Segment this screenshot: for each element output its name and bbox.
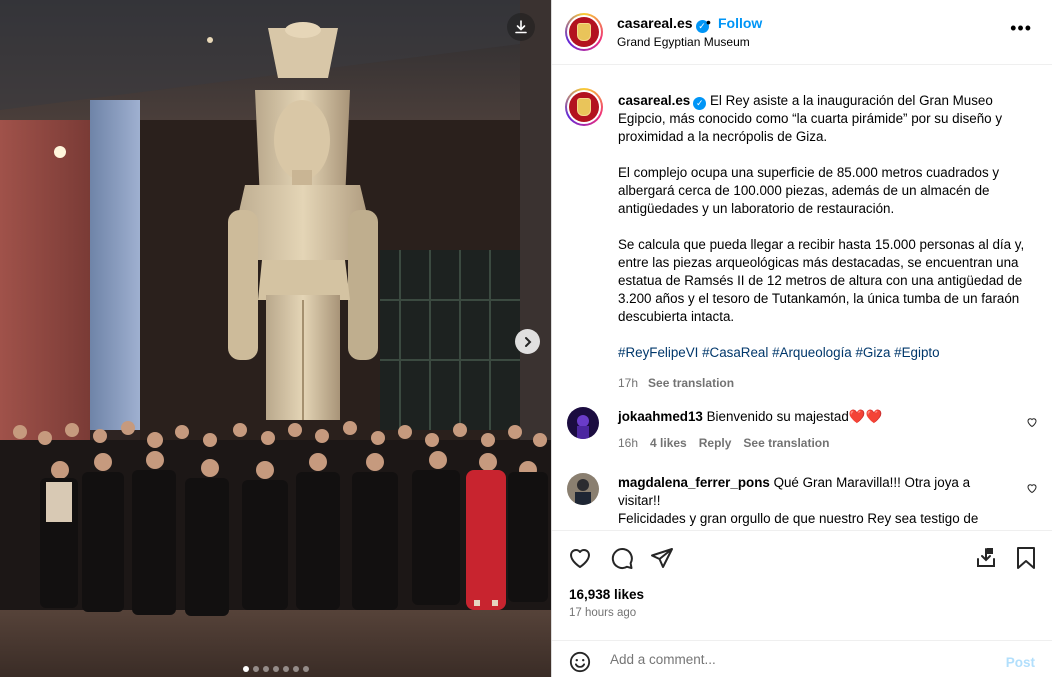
carousel-dot	[252, 666, 259, 672]
caption-time: 17h	[618, 376, 639, 390]
post-header: casareal.es ✓ • Follow Grand Egyptian Mus…	[552, 0, 1052, 65]
profile-avatar[interactable]	[565, 13, 603, 51]
likes-count[interactable]: 16,938 likes	[569, 587, 644, 602]
chevron-right-icon	[524, 336, 531, 347]
post-comment-button[interactable]: Post	[1006, 655, 1035, 670]
commenter-avatar[interactable]	[567, 473, 599, 505]
action-bar	[552, 530, 1052, 581]
carousel-dot	[292, 666, 299, 672]
comment-text: Bienvenido su majestad❤️❤️	[706, 409, 883, 424]
post-caption: casareal.es ✓ El Rey asiste a la inaugura…	[618, 92, 1028, 392]
caption-avatar[interactable]	[565, 88, 603, 126]
post-sidebar: casareal.es ✓ • Follow Grand Egyptian Mus…	[551, 0, 1052, 677]
comment-time: 16h	[618, 436, 639, 450]
post-timestamp[interactable]: 17 hours ago	[569, 607, 636, 619]
heart-icon[interactable]	[568, 546, 592, 570]
caption-paragraph-3: Se calcula que pueda llegar a recibir ha…	[618, 237, 1025, 324]
header-username[interactable]: casareal.es ✓	[617, 15, 709, 33]
comment-icon[interactable]	[610, 546, 634, 570]
royal-crest-icon	[569, 92, 599, 122]
reply-button[interactable]: Reply	[699, 436, 732, 450]
separator-dot: •	[706, 14, 711, 30]
caption-paragraph-2: El complejo ocupa una superficie de 85.0…	[618, 165, 1000, 216]
commenter-avatar[interactable]	[567, 407, 599, 439]
bookmark-icon[interactable]	[1015, 546, 1037, 570]
carousel-next-button[interactable]	[515, 329, 540, 354]
verified-badge-icon: ✓	[693, 97, 707, 110]
download-icon	[515, 20, 527, 34]
comment-input[interactable]	[608, 651, 992, 668]
location-link[interactable]: Grand Egyptian Museum	[617, 35, 750, 49]
caption-username[interactable]: casareal.es	[618, 93, 690, 108]
see-translation-link[interactable]: See translation	[648, 376, 734, 390]
carousel-dot	[272, 666, 279, 672]
post-photo[interactable]	[0, 0, 551, 677]
carousel-dot	[302, 666, 309, 672]
comment-username[interactable]: jokaahmed13	[618, 409, 703, 424]
add-comment-bar: Post	[552, 640, 1052, 678]
crowd	[0, 421, 551, 616]
royal-crest-icon	[569, 17, 599, 47]
carousel-dot	[282, 666, 289, 672]
carousel-dot	[242, 666, 249, 672]
comment-like-heart-icon[interactable]	[1026, 482, 1038, 494]
comment-text-line-2: Felicidades y gran orgullo de que nuestr…	[618, 511, 979, 526]
emoji-icon[interactable]	[569, 651, 591, 673]
more-options-button[interactable]: •••	[1010, 18, 1032, 39]
comment-likes[interactable]: 4 likes	[650, 436, 687, 450]
caption-meta: 17h See translation	[618, 374, 1028, 392]
comment-username[interactable]: magdalena_ferrer_pons	[618, 475, 770, 490]
comments-scroll-area[interactable]: casareal.es ✓ El Rey asiste a la inaugura…	[552, 65, 1052, 530]
follow-button[interactable]: Follow	[718, 15, 762, 31]
see-translation-link[interactable]: See translation	[743, 436, 829, 450]
comment-meta: 16h 4 likes Reply See translation	[618, 434, 998, 452]
caption-hashtags[interactable]: #ReyFelipeVI #CasaReal #Arqueología #Giz…	[618, 344, 1028, 362]
comment-like-heart-icon[interactable]	[1026, 416, 1038, 428]
carousel-dot	[262, 666, 269, 672]
download-button[interactable]	[507, 13, 535, 41]
save-to-device-icon[interactable]	[974, 546, 998, 570]
share-icon[interactable]	[650, 546, 674, 570]
museum-statue-image	[0, 0, 551, 677]
carousel-indicator	[0, 666, 551, 672]
